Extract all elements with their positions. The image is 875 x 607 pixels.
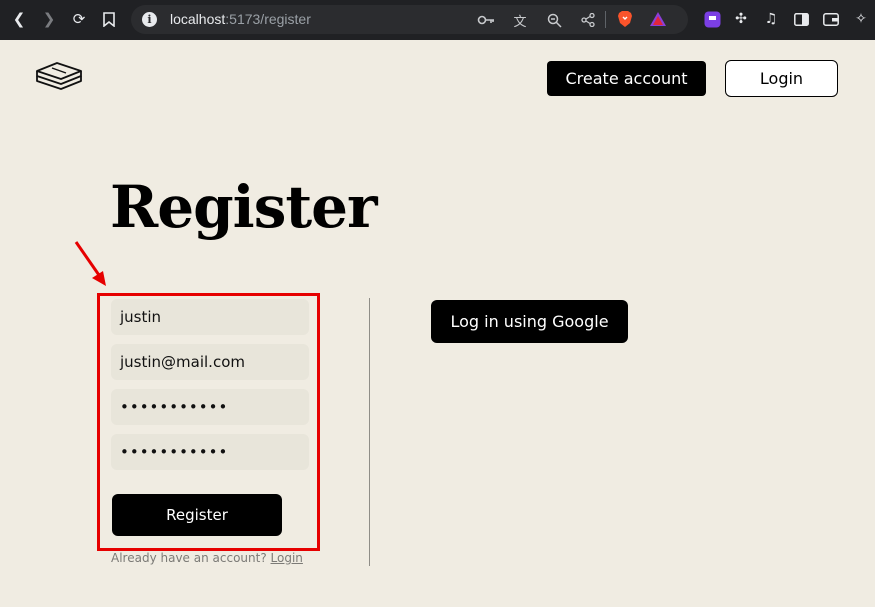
google-login-button[interactable]: Log in using Google <box>431 300 628 343</box>
already-text: Already have an account? <box>111 551 267 565</box>
confirm-password-field[interactable]: ••••••••••• <box>111 434 309 470</box>
toolbar-separator <box>605 11 606 28</box>
login-link[interactable]: Login <box>271 551 303 565</box>
login-button[interactable]: Login <box>725 60 838 97</box>
bookmark-icon[interactable] <box>99 9 119 29</box>
username-field[interactable]: justin <box>111 299 309 335</box>
password-field[interactable]: ••••••••••• <box>111 389 309 425</box>
browser-toolbar: ❮ ❯ ⟳ i localhost:5173/register 文 ✣ ♫ ✧ <box>0 0 875 40</box>
site-info-icon[interactable]: i <box>142 12 157 27</box>
url-host: localhost <box>170 11 226 27</box>
media-music-icon[interactable]: ♫ <box>761 9 781 29</box>
extension-badge-icon[interactable] <box>702 9 722 29</box>
translate-icon[interactable]: 文 <box>511 11 529 30</box>
password-key-icon[interactable] <box>477 11 495 29</box>
reload-icon[interactable]: ⟳ <box>69 9 89 29</box>
zoom-out-icon[interactable] <box>545 11 563 29</box>
already-have-account-text: Already have an account? Login <box>111 551 303 565</box>
sidebar-toggle-icon[interactable] <box>791 9 811 29</box>
vertical-divider <box>369 298 370 566</box>
back-icon[interactable]: ❮ <box>9 9 29 29</box>
extensions-puzzle-icon[interactable]: ✣ <box>731 9 751 29</box>
stacked-books-icon[interactable] <box>35 59 83 93</box>
page-title: Register <box>110 173 378 241</box>
url-path: :5173/register <box>225 11 311 27</box>
forward-icon[interactable]: ❯ <box>39 9 59 29</box>
url-text[interactable]: localhost:5173/register <box>170 11 311 27</box>
wallet-icon[interactable] <box>821 9 841 29</box>
annotation-arrow-icon <box>74 241 106 286</box>
brave-shields-icon[interactable] <box>615 9 635 29</box>
email-field[interactable]: justin@mail.com <box>111 344 309 380</box>
register-button[interactable]: Register <box>112 494 282 536</box>
leo-ai-sparkle-icon[interactable]: ✧ <box>851 9 871 29</box>
create-account-button[interactable]: Create account <box>547 61 706 96</box>
brave-rewards-icon[interactable] <box>648 9 668 29</box>
share-icon[interactable] <box>579 11 597 29</box>
